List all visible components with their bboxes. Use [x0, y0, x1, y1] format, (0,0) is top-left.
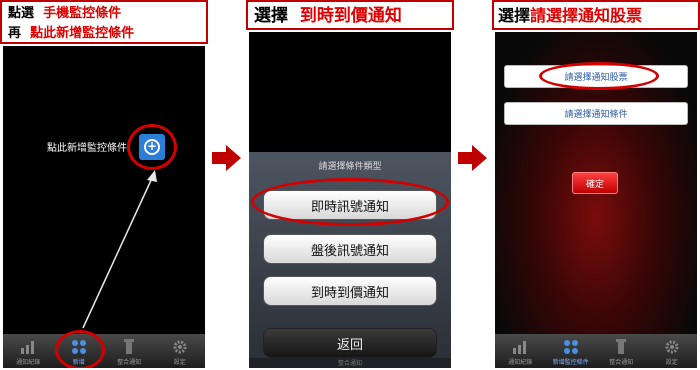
tab-label: 設定	[173, 359, 186, 366]
step1-phone-screen: 點此新增監控條件 + 通知紀錄 新增 整合通知 設定	[3, 46, 205, 368]
tab-notification-log[interactable]: 通知紀錄	[495, 334, 546, 368]
arrow-right-icon	[212, 145, 241, 171]
step2-phone-screen: 請選擇條件類型 即時訊號通知 盤後訊號通知 到時到價通知 返回	[249, 32, 451, 368]
tower-icon	[124, 339, 135, 354]
highlight-ring-tab	[55, 330, 105, 368]
step2-panel: 選擇 到時到價通知 請選擇條件類型 即時訊號通知 盤後訊號通知 到時到價通知 返…	[246, 0, 454, 370]
step1-header-verb: 點選	[8, 6, 35, 21]
nodes-icon	[563, 340, 578, 354]
select-condition-field[interactable]: 請選擇通知條件	[504, 102, 688, 125]
tab-add[interactable]: 新增監控條件	[546, 334, 597, 368]
tab-label: 設定	[665, 359, 678, 366]
tab-notification-log[interactable]: 通知紀錄	[3, 334, 54, 368]
step2-header: 選擇 到時到價通知	[246, 0, 454, 30]
confirm-button[interactable]: 確定	[572, 172, 618, 194]
tower-icon	[616, 339, 627, 354]
option-after-hours-signal[interactable]: 盤後訊號通知	[263, 234, 437, 264]
tab-settings[interactable]: 設定	[647, 334, 698, 368]
back-button[interactable]: 返回	[263, 328, 437, 358]
chart-icon	[513, 341, 527, 354]
option-time-price-alert[interactable]: 到時到價通知	[263, 276, 437, 306]
step1-header-target2: 點此新增監控條件	[30, 26, 135, 41]
tab-integrated[interactable]: 整合通知	[596, 334, 647, 368]
tab-integrated[interactable]: 整合通知	[104, 334, 155, 368]
tab-label: 整合通知	[117, 359, 142, 366]
step3-header-target: 請選擇通知股票	[530, 6, 643, 25]
step1-header: 點選 手機監控條件 再 點此新增監控條件	[0, 0, 208, 44]
step1-header-verb2: 再	[8, 26, 22, 41]
tab-label: 新增監控條件	[552, 359, 589, 366]
chart-icon	[21, 341, 35, 354]
step1-panel: 點選 手機監控條件 再 點此新增監控條件 點此新增監控條件 + 通知紀錄 新增	[0, 0, 208, 370]
step3-header: 選擇請選擇通知股票	[492, 0, 700, 30]
step2-header-target: 到時到價通知	[299, 6, 402, 26]
step2-tabbar: 整合通知	[249, 358, 451, 368]
gear-icon	[665, 340, 679, 354]
step3-phone-screen: 請選擇通知股票 請選擇通知條件 確定 通知紀錄 新增監控條件 整合通知 設定	[495, 32, 697, 368]
arrow-right-icon	[458, 145, 487, 171]
highlight-ring-stock	[539, 62, 659, 90]
gear-icon	[173, 340, 187, 354]
step2-header-verb: 選擇	[254, 6, 288, 26]
step3-tabbar: 通知紀錄 新增監控條件 整合通知 設定	[495, 334, 697, 368]
highlight-ring-option	[251, 178, 449, 226]
tab-settings[interactable]: 設定	[155, 334, 206, 368]
step3-panel: 選擇請選擇通知股票 請選擇通知股票 請選擇通知條件 確定 通知紀錄 新增監控條件…	[492, 0, 700, 370]
tab-label: 通知紀錄	[16, 359, 41, 366]
step1-header-target: 手機監控條件	[43, 6, 122, 21]
tab-label: 整合通知	[609, 359, 634, 366]
step3-header-verb: 選擇	[498, 6, 531, 25]
pointer-line	[82, 170, 157, 329]
tab-label: 通知紀錄	[508, 359, 533, 366]
action-sheet-title: 請選擇條件類型	[318, 162, 382, 172]
tab-label: 整合通知	[337, 360, 362, 367]
